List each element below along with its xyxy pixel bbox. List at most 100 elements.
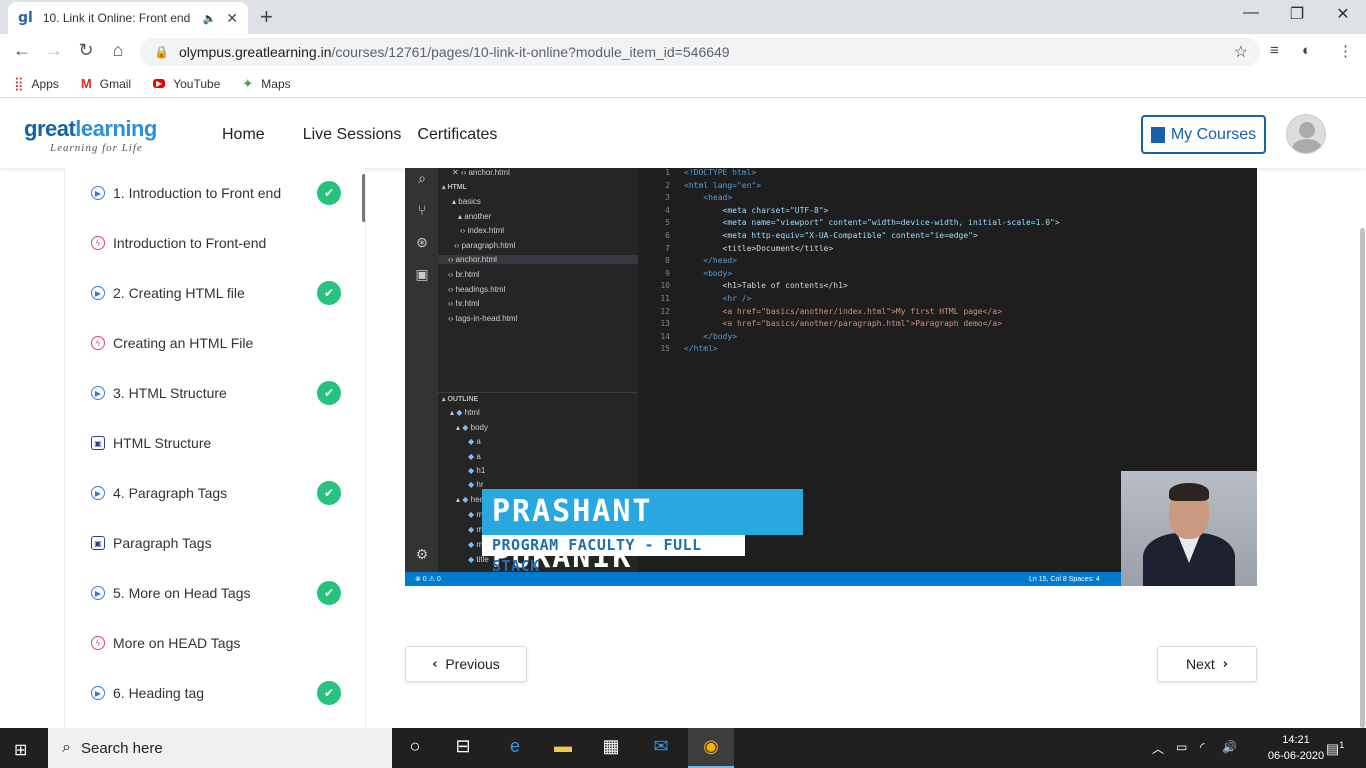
battery-icon[interactable]: ▭ — [1176, 740, 1187, 754]
check-icon: ✔ — [317, 681, 341, 705]
sidebar-item[interactable]: ϟ More on HEAD Tags — [91, 631, 341, 655]
minimize-icon[interactable]: — — [1228, 4, 1274, 22]
sidebar-item[interactable]: ▶ 6. Heading tag ✔ — [91, 681, 341, 705]
nav-home[interactable]: Home — [222, 126, 265, 144]
sidebar-item[interactable]: ▣ Paragraph Tags — [91, 531, 341, 555]
lock-icon[interactable]: 🔒 — [154, 45, 169, 59]
file-explorer-icon[interactable]: ▬ — [540, 736, 586, 760]
youtube-icon: ▶ — [153, 79, 166, 88]
outline-item: ▴ ◆ html — [450, 408, 480, 417]
bolt-icon: ϟ — [91, 236, 105, 250]
my-courses-button[interactable]: My Courses — [1141, 115, 1266, 154]
sidebar-item[interactable]: ▶ 5. More on Head Tags ✔ — [91, 581, 341, 605]
check-icon: ✔ — [317, 281, 341, 305]
maximize-icon[interactable]: ❐ — [1274, 4, 1320, 24]
user-avatar[interactable] — [1286, 114, 1326, 154]
bookmark-gmail[interactable]: M Gmail — [81, 76, 131, 91]
check-icon: ✔ — [317, 181, 341, 205]
code-line: 9 <body> — [665, 268, 733, 278]
sidebar-item[interactable]: ▶ 2. Creating HTML file ✔ — [91, 281, 341, 305]
mail-icon[interactable]: ✉ — [638, 736, 684, 760]
close-tab-icon[interactable]: ✕ — [226, 10, 238, 27]
url-path: /courses/12761/pages/10-link-it-online?m… — [331, 44, 730, 60]
sidebar-item[interactable]: ▶ 4. Paragraph Tags ✔ — [91, 481, 341, 505]
sidebar-item-label: Paragraph Tags — [113, 535, 212, 551]
doc-icon: ▣ — [91, 536, 105, 550]
sidebar-item[interactable]: ▶ 1. Introduction to Front end ✔ — [91, 181, 341, 205]
search-icon: ⌕ — [418, 170, 426, 186]
vscode-activity-bar: ⌕ ⑂ ⊛ ▣ ⚙ — [405, 168, 438, 572]
page-scrollbar[interactable] — [1360, 228, 1365, 728]
media-control-icon[interactable]: ≡ — [1270, 42, 1279, 59]
code-line: 1 <!DOCTYPE html> — [665, 168, 757, 177]
code-line: 11 <hr /> — [660, 294, 752, 303]
wifi-icon[interactable]: ◜ — [1200, 740, 1205, 754]
bookmark-maps[interactable]: ✦ Maps — [242, 76, 290, 92]
clock-date: 06-06-2020 — [1267, 750, 1325, 762]
sidebar-item[interactable]: ▶ 3. HTML Structure ✔ — [91, 381, 341, 405]
bookmark-youtube[interactable]: ▶ YouTube — [153, 77, 220, 91]
sidebar-item-label: 1. Introduction to Front end — [113, 185, 282, 201]
check-icon: ✔ — [317, 381, 341, 405]
presenter-role: PROGRAM FACULTY - FULL STACK — [482, 535, 745, 575]
sidebar-item[interactable]: ▣ HTML Structure — [91, 431, 341, 455]
clock-time: 14:21 — [1282, 734, 1310, 746]
menu-icon[interactable]: ⋮ — [1338, 42, 1353, 60]
bookmark-label: YouTube — [173, 76, 221, 91]
play-icon: ▶ — [91, 486, 105, 500]
presenter-webcam — [1121, 471, 1257, 586]
browser-tab[interactable]: gl 10. Link it Online: Front end 🔈 ✕ — [8, 2, 248, 34]
bookmark-star-icon[interactable]: ☆ — [1234, 42, 1248, 62]
cortana-icon[interactable]: ○ — [392, 736, 438, 760]
sidebar-item-label: 4. Paragraph Tags — [113, 485, 228, 501]
volume-icon[interactable]: 🔊 — [1222, 740, 1237, 754]
profile-icon[interactable]: ◐ — [1302, 42, 1311, 59]
code-line: 8 </head> — [665, 256, 737, 266]
taskbar-clock[interactable]: 14:21 06-06-2020 — [1266, 732, 1326, 764]
apps-grid-icon: ⣿ — [14, 75, 24, 91]
lecture-video[interactable]: ⌕ ⑂ ⊛ ▣ ⚙ ✕ ‹› anchor.html ▴ HTML ▴ basi… — [405, 168, 1257, 586]
bookmark-label: Apps — [31, 76, 59, 91]
tree-item: ▴ another — [458, 212, 492, 221]
task-view-icon[interactable]: ⊟ — [440, 736, 486, 760]
outline-item: ◆ a — [468, 452, 481, 461]
folder-title: ▴ HTML — [442, 184, 467, 191]
url-field[interactable]: 🔒 olympus.greatlearning.in/courses/12761… — [140, 38, 1260, 66]
sidebar-item[interactable]: ϟ Introduction to Front-end — [91, 231, 341, 255]
gmail-icon: M — [80, 76, 92, 91]
bookmark-apps[interactable]: ⣿ Apps — [14, 76, 59, 92]
next-button[interactable]: Next › — [1157, 646, 1257, 682]
taskbar-search[interactable]: ⌕ Search here — [48, 728, 392, 768]
nav-live-sessions[interactable]: Live Sessions — [303, 126, 402, 144]
reload-icon[interactable]: ↻ — [74, 40, 98, 61]
sidebar-item[interactable]: ϟ Creating an HTML File — [91, 331, 341, 355]
tray-chevron-icon[interactable]: ︿ — [1152, 740, 1164, 757]
tree-item: ‹› hr.html — [448, 299, 480, 308]
status-cursor: Ln 15, Col 8 Spaces: 4 — [1029, 575, 1100, 583]
audio-icon[interactable]: 🔈 — [203, 12, 217, 25]
forward-icon[interactable]: → — [42, 40, 66, 61]
edge-icon[interactable]: e — [492, 736, 538, 760]
previous-button[interactable]: ‹ Previous — [405, 646, 527, 682]
chrome-icon[interactable]: ◉ — [688, 728, 734, 768]
store-icon[interactable]: ▦ — [588, 736, 634, 760]
notifications-icon[interactable]: ▤1 — [1326, 740, 1344, 758]
gear-icon: ⚙ — [415, 546, 429, 562]
tree-item-selected: ‹› anchor.html — [438, 255, 638, 264]
check-icon: ✔ — [317, 481, 341, 505]
notification-count: 1 — [1339, 740, 1345, 750]
windows-start-icon[interactable]: ⊞ — [14, 740, 27, 760]
book-icon — [1150, 126, 1165, 143]
code-line: 13 <a href="basics/another/paragraph.htm… — [660, 319, 1002, 329]
home-icon[interactable]: ⌂ — [106, 40, 130, 61]
source-control-icon: ⑂ — [417, 202, 427, 218]
close-window-icon[interactable]: ✕ — [1320, 4, 1366, 24]
new-tab-icon[interactable]: + — [260, 4, 273, 30]
sidebar-item-label: 6. Heading tag — [113, 685, 205, 701]
course-sidebar: ▶ 1. Introduction to Front end ✔ ϟ Intro… — [64, 168, 366, 728]
play-icon: ▶ — [91, 586, 105, 600]
back-icon[interactable]: ← — [10, 40, 34, 61]
nav-certificates[interactable]: Certificates — [417, 126, 497, 144]
greatlearning-logo[interactable]: greatlearning Learning for Life — [24, 116, 157, 154]
sidebar-scrollbar[interactable] — [362, 174, 365, 222]
